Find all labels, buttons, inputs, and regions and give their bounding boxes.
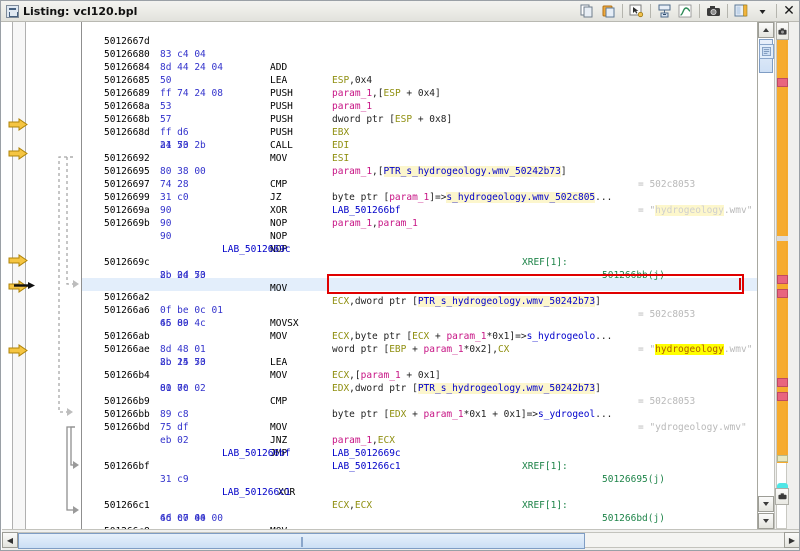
listing-row[interactable]: 2b 24 50 [82, 343, 757, 368]
listing-row[interactable]: 50126697 31 c0 XOR param_1,param_1 [82, 165, 757, 229]
listing-row[interactable]: 5012668d a1 73 2b MOV param_1,[PTR_s_hyd… [82, 113, 757, 190]
disassembly-listing[interactable]: 5012667d 83 c4 04 ADD ESP,0x4 50126680 8… [81, 22, 757, 529]
listing-row[interactable]: 5012669c 8b 0d 73 MOV ECX,dword ptr [PTR… [82, 243, 757, 320]
listing-row[interactable]: 501266ab 8d 48 01 LEA ECX,[param_1 + 0x1… [82, 317, 757, 381]
overview-marker[interactable] [777, 378, 788, 387]
listing-row[interactable]: 501266b4 80 7c 02 CMP byte ptr [EDX + pa… [82, 356, 757, 433]
scroll-down-button-2[interactable] [758, 513, 774, 529]
current-location-marker-icon [14, 275, 40, 289]
page-title: Listing: vcl120.bpl [23, 4, 138, 18]
listing-row[interactable]: 501266c1 66 c7 44 MOV word ptr [EBP + EC… [82, 486, 757, 529]
vertical-scrollbar[interactable] [758, 22, 775, 529]
scroll-right-button[interactable]: ▶ [784, 532, 799, 548]
ghidra-listing-window: Listing: vcl120.bpl ✕ 5012667d 83 c4 04 … [0, 0, 800, 551]
listing-label-row[interactable]: LAB_5012669c XREF[1]: 501266bb(j) [82, 230, 757, 281]
listing-row[interactable]: 5012668b ff d6 CALL ESI [82, 100, 757, 164]
overview-marker[interactable] [777, 392, 788, 401]
listing-row[interactable]: 501266ae 8b 15 73 MOV EDX,dword ptr [PTR… [82, 330, 757, 407]
snapshot-icon[interactable] [776, 22, 789, 40]
listing-row[interactable]: 5012667d 83 c4 04 ADD ESP,0x4 [82, 22, 757, 86]
bookmark-arrow-icon[interactable] [8, 147, 30, 160]
listing-window-icon [6, 4, 19, 18]
overview-marker[interactable] [777, 289, 788, 298]
bytes: 90 [160, 218, 172, 229]
diff-view-icon[interactable] [655, 3, 674, 20]
listing-row[interactable]: 45 00 [82, 304, 757, 329]
overview-footer-icon[interactable] [775, 488, 789, 505]
toolbar-divider [727, 4, 728, 18]
listing-row[interactable]: 2b 24 50 [82, 256, 757, 281]
bookmark-arrow-icon[interactable] [8, 254, 30, 267]
operands[interactable]: LAB_501266c1 [332, 460, 401, 473]
copy-icon[interactable] [578, 3, 597, 20]
listing-row[interactable]: 501266a6 66 89 4c MOV word ptr [EBP + pa… [82, 291, 757, 355]
toolbar-divider [699, 4, 700, 18]
chevron-down-icon[interactable] [753, 3, 772, 20]
listing-row[interactable]: 50126685 ff 74 24 08 PUSH dword ptr [ESP… [82, 61, 757, 125]
text-caret [739, 278, 741, 290]
listing-row[interactable]: 50126680 8d 44 24 04 LEA param_1,[ESP + … [82, 35, 757, 99]
listing-row[interactable]: 501266c8 89 6c 24 20 MOV dword ptr [ESP … [82, 512, 757, 529]
listing-row[interactable]: 50126684 50 PUSH param_1 [82, 48, 757, 112]
select-cursor-icon[interactable] [627, 3, 646, 20]
toolbar-divider [622, 4, 623, 18]
window-titlebar: Listing: vcl120.bpl ✕ [1, 1, 799, 22]
listing-row[interactable]: 50126699 90 NOP [82, 178, 757, 229]
horizontal-scroll-track[interactable] [18, 532, 784, 549]
bookmark-arrow-icon[interactable] [8, 344, 30, 357]
listing-row[interactable]: 50126692 80 38 00 CMP byte ptr [param_1]… [82, 139, 757, 216]
snapshot-icon[interactable] [704, 3, 723, 20]
overview-marker[interactable] [777, 236, 788, 241]
xref-label: XREF[1]: [522, 461, 568, 472]
overview-marker[interactable] [777, 275, 788, 284]
horizontal-scrollbar[interactable]: ◀ ▶ [2, 529, 799, 550]
listing-row[interactable]: 5012669b 90 NOP [82, 204, 757, 255]
right-navigation-panel [757, 22, 799, 529]
toolbar-divider [650, 4, 651, 18]
scroll-left-button[interactable]: ◀ [2, 532, 18, 548]
scroll-down-button[interactable] [758, 496, 774, 512]
bytes: 75 df [160, 422, 189, 433]
listing-row[interactable]: 50126695 74 28 JZ LAB_501266bf [82, 152, 757, 216]
equate-comment: = "ydrogeology.wmv" [638, 422, 747, 433]
mnemonic: NOP [270, 218, 288, 229]
navigation-thumb-icon[interactable] [759, 44, 774, 59]
window-split-icon[interactable] [732, 3, 751, 20]
address: 5012669b [104, 218, 150, 229]
overview-marker-bar[interactable] [776, 22, 788, 529]
listing-label-row[interactable]: LAB_501266c1 XREF[1]: 501266bd(j) [82, 473, 757, 524]
toolbar-divider [776, 4, 777, 18]
titlebar-toolbar: ✕ [577, 3, 799, 20]
listing-row[interactable]: 4d 00 00 00 [82, 499, 757, 524]
overview-secondary-bar[interactable] [788, 22, 799, 529]
scroll-up-button[interactable] [758, 22, 774, 38]
mnemonic: MOV [270, 422, 288, 433]
overview-marker[interactable] [777, 78, 788, 87]
graph-icon[interactable] [676, 3, 695, 20]
overview-marker[interactable] [777, 455, 788, 462]
close-icon[interactable]: ✕ [780, 3, 798, 20]
listing-row[interactable]: 501266bf 31 c9 XOR ECX,ECX [82, 447, 757, 511]
listing-row[interactable]: 24 50 [82, 126, 757, 151]
listing-row[interactable]: 501266bd eb 02 JMP LAB_501266c1 [82, 408, 757, 472]
listing-code: 5012667d 83 c4 04 ADD ESP,0x4 50126680 8… [82, 22, 752, 529]
listing-row[interactable]: 01 00 [82, 369, 757, 394]
listing-row[interactable]: 501266b9 89 c8 MOV param_1,ECX [82, 382, 757, 446]
listing-row[interactable]: 50126689 53 PUSH EBX [82, 74, 757, 138]
listing-label-row[interactable]: LAB_501266bf XREF[1]: 50126695(j) [82, 434, 757, 485]
listing-row[interactable]: 501266bb 75 df JNZ LAB_5012669c [82, 395, 757, 459]
address: 501266bf [104, 461, 150, 472]
bookmark-arrow-icon[interactable] [8, 118, 30, 131]
address: 501266bd [104, 422, 150, 433]
listing-row[interactable]: 5012668a 57 PUSH EDI [82, 87, 757, 151]
horizontal-scroll-thumb[interactable] [18, 533, 585, 549]
paste-icon[interactable] [599, 3, 618, 20]
operands: param_1,param_1 [332, 218, 418, 229]
listing-row-selected[interactable]: 501266a2 0f be 0c 01 MOVSX ECX,byte ptr … [82, 278, 757, 355]
listing-row[interactable]: 5012669a 90 NOP [82, 191, 757, 242]
